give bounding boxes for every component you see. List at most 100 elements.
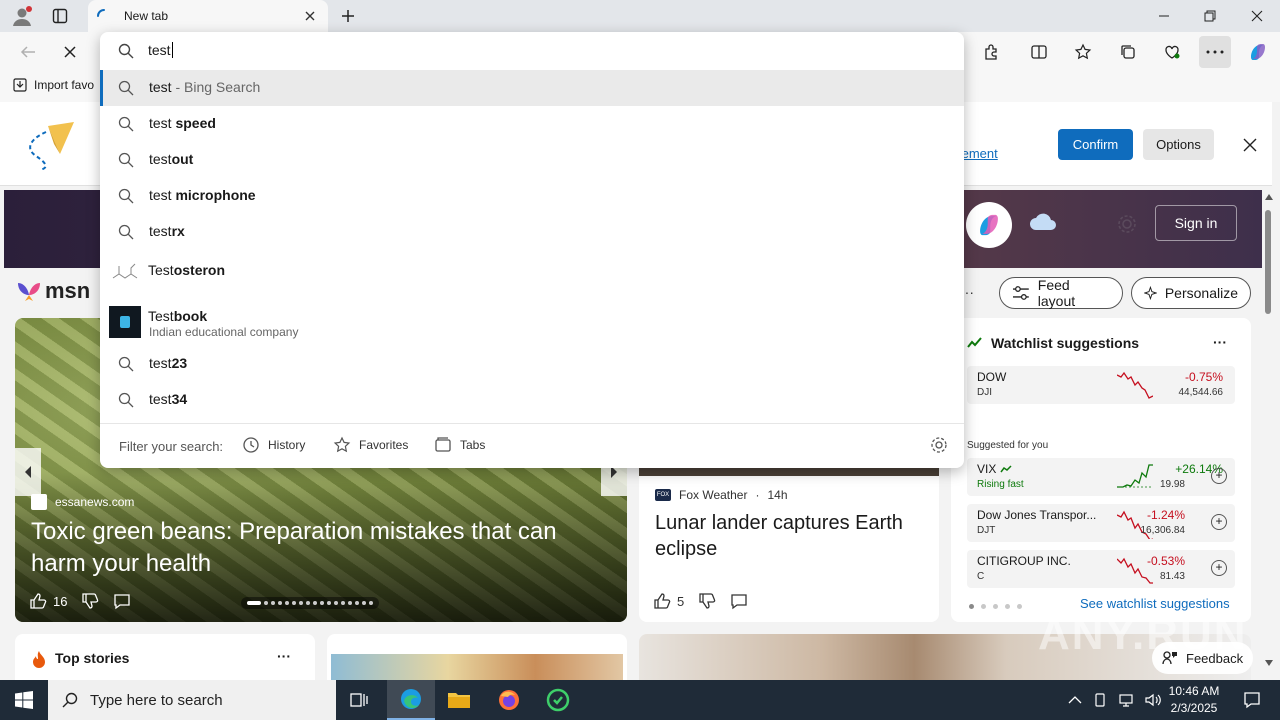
close-window-icon[interactable]	[1234, 0, 1280, 32]
suggestion-item[interactable]: test speed	[100, 106, 964, 142]
chevron-up-icon[interactable]	[1068, 695, 1082, 705]
system-tray	[1068, 680, 1162, 720]
msn-logo-text: msn	[45, 278, 91, 303]
copilot-button[interactable]	[966, 202, 1012, 248]
filter-favorites-button[interactable]: Favorites	[333, 436, 408, 454]
restore-icon[interactable]	[1187, 0, 1233, 32]
article-card[interactable]	[327, 634, 627, 680]
feedback-button[interactable]: Feedback	[1152, 642, 1254, 674]
like-button[interactable]: 5	[653, 592, 684, 610]
stock-change: -0.53%	[1146, 554, 1185, 568]
search-icon	[118, 152, 134, 168]
close-tab-icon[interactable]	[302, 8, 318, 24]
stock-row-djt[interactable]: Dow Jones Transpor... DJT -1.24% 16,306.…	[967, 504, 1235, 542]
filter-tabs-button[interactable]: Tabs	[434, 436, 485, 454]
search-settings-gear-icon[interactable]	[930, 436, 948, 454]
search-icon	[62, 692, 78, 708]
msn-logo[interactable]: msn	[16, 278, 90, 304]
notification-center-icon[interactable]	[1232, 680, 1272, 720]
confirm-button[interactable]: Confirm	[1058, 129, 1133, 160]
app-taskbar-icon[interactable]	[534, 680, 582, 720]
scrollbar-thumb[interactable]	[1265, 210, 1271, 314]
news2-source[interactable]: FOX Fox Weather · 14h	[655, 488, 788, 502]
comment-icon[interactable]	[113, 592, 131, 610]
see-watchlist-link[interactable]: See watchlist suggestions	[1080, 596, 1230, 611]
copilot-icon[interactable]	[1242, 36, 1274, 68]
network-icon[interactable]	[1118, 692, 1134, 708]
weather-cloud-icon[interactable]	[1028, 212, 1058, 232]
stock-row-dow[interactable]: DOW DJI -0.75% 44,544.66	[967, 366, 1235, 404]
top-stories-more-icon[interactable]: ···	[277, 648, 291, 664]
firefox-icon[interactable]	[485, 680, 533, 720]
scroll-down-icon	[1265, 660, 1273, 666]
gear-icon[interactable]	[1116, 213, 1138, 235]
device-icon[interactable]	[1092, 692, 1108, 708]
sparkline	[1117, 464, 1153, 488]
hero-title[interactable]: Toxic green beans: Preparation mistakes …	[31, 516, 591, 580]
taskbar-search-placeholder: Type here to search	[90, 691, 223, 709]
settings-more-icon[interactable]	[1199, 36, 1231, 68]
collections-icon[interactable]	[1112, 36, 1144, 68]
tab-new-tab[interactable]: New tab	[88, 0, 328, 32]
filter-history-button[interactable]: History	[242, 436, 305, 454]
suggestion-item[interactable]: testout	[100, 142, 964, 178]
copilot-icon	[980, 214, 998, 236]
watchlist-pager[interactable]	[969, 604, 1022, 609]
suggestion-item[interactable]: test microphone	[100, 178, 964, 214]
taskbar-search-box[interactable]: Type here to search	[48, 680, 336, 720]
tabs-icon	[435, 437, 451, 452]
news2-actions: 5	[653, 592, 748, 610]
address-input[interactable]: test	[148, 42, 173, 58]
flame-icon	[33, 651, 45, 668]
task-view-icon[interactable]	[336, 680, 384, 720]
watchlist-more-icon[interactable]: ···	[1213, 334, 1227, 350]
stock-row-citigroup[interactable]: CITIGROUP INC. C -0.53% 81.43 +	[967, 550, 1235, 588]
hero-source-name: essanews.com	[55, 495, 135, 509]
stocks-icon	[967, 337, 982, 348]
options-button[interactable]: Options	[1143, 129, 1214, 160]
close-notification-icon[interactable]	[1242, 137, 1258, 153]
extensions-icon[interactable]	[975, 36, 1007, 68]
system-clock[interactable]: 10:46 AM 2/3/2025	[1160, 683, 1228, 717]
hero-source[interactable]: essanews.com	[31, 494, 134, 510]
clock-time: 10:46 AM	[1168, 684, 1220, 698]
thumbs-down-icon[interactable]	[698, 592, 716, 610]
top-stories-title[interactable]: Top stories	[55, 650, 129, 666]
stock-change: -1.24%	[1146, 508, 1185, 522]
feed-layout-button[interactable]: Feed layout	[999, 277, 1123, 309]
minimize-icon[interactable]	[1141, 0, 1187, 32]
start-button[interactable]	[0, 680, 48, 720]
back-arrow-icon[interactable]	[12, 36, 44, 68]
suggestion-item[interactable]: test34	[100, 382, 964, 418]
stop-loading-icon[interactable]	[54, 36, 86, 68]
news2-title[interactable]: Lunar lander captures Earth eclipse	[655, 510, 925, 562]
comment-icon[interactable]	[730, 592, 748, 610]
add-to-watchlist-icon[interactable]: +	[1211, 514, 1227, 530]
edge-taskbar-icon[interactable]	[387, 680, 435, 720]
thumbs-down-icon[interactable]	[81, 592, 99, 610]
add-to-watchlist-icon[interactable]: +	[1211, 468, 1227, 484]
search-icon	[118, 356, 134, 372]
like-button[interactable]: 16	[29, 592, 67, 610]
browser-essentials-icon[interactable]	[1156, 36, 1188, 68]
suggestion-item[interactable]: testrx	[100, 214, 964, 250]
add-to-watchlist-icon[interactable]: +	[1211, 560, 1227, 576]
suggestion-bing-search[interactable]: test - Bing Search	[100, 70, 964, 106]
vertical-scrollbar[interactable]	[1262, 190, 1276, 670]
file-explorer-icon[interactable]	[435, 680, 483, 720]
suggestion-entity[interactable]: Testosteron	[100, 254, 964, 294]
watchlist-header[interactable]: Watchlist suggestions	[967, 335, 1139, 351]
suggestion-item[interactable]: test23	[100, 346, 964, 382]
favorites-icon[interactable]	[1067, 36, 1099, 68]
import-favorites-button[interactable]: Import favo	[12, 77, 94, 93]
sign-in-button[interactable]: Sign in	[1155, 205, 1237, 241]
new-tab-icon[interactable]	[336, 4, 360, 28]
carousel-prev-icon[interactable]	[15, 448, 41, 496]
profile-icon[interactable]	[10, 4, 34, 28]
personalize-button[interactable]: Personalize	[1131, 277, 1251, 309]
address-bar[interactable]: test	[100, 32, 964, 70]
split-screen-icon[interactable]	[1023, 36, 1055, 68]
stock-row-vix[interactable]: VIX Rising fast +26.14% 19.98 +	[967, 458, 1235, 496]
tab-actions-icon[interactable]	[48, 4, 72, 28]
suggestion-entity[interactable]: Testbook Indian educational company	[100, 300, 964, 342]
